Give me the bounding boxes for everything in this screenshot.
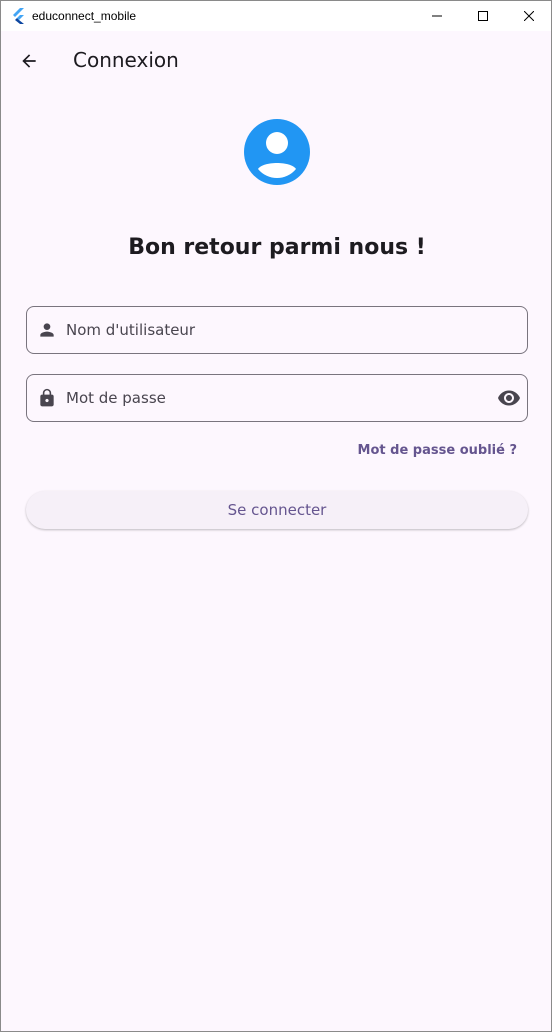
eye-icon — [498, 390, 520, 406]
close-button[interactable] — [506, 1, 551, 31]
password-input[interactable] — [66, 375, 486, 421]
close-icon — [524, 11, 534, 21]
welcome-heading: Bon retour parmi nous ! — [128, 235, 426, 260]
username-input[interactable] — [66, 307, 486, 353]
password-field[interactable] — [26, 374, 528, 422]
lock-icon — [40, 388, 54, 407]
username-field[interactable] — [26, 306, 528, 354]
page-title: Connexion — [73, 48, 179, 72]
window-titlebar[interactable]: educonnect_mobile — [1, 1, 551, 31]
forgot-password-link[interactable]: Mot de passe oublié ? — [331, 443, 517, 458]
maximize-button[interactable] — [460, 1, 506, 31]
toggle-password-visibility-button[interactable] — [497, 387, 521, 409]
app-window: educonnect_mobile Connexion Bon retour p… — [0, 0, 552, 1032]
maximize-icon — [478, 11, 488, 21]
back-button[interactable] — [9, 41, 49, 81]
flutter-logo-icon — [13, 8, 24, 24]
minimize-button[interactable] — [414, 1, 460, 31]
minimize-icon — [432, 15, 442, 17]
person-icon — [40, 323, 54, 337]
app-bar: Connexion — [1, 31, 551, 91]
arrow-back-icon — [22, 54, 36, 68]
account-circle-icon — [244, 119, 310, 185]
window-title: educonnect_mobile — [32, 9, 137, 23]
login-button[interactable]: Se connecter — [26, 491, 528, 529]
